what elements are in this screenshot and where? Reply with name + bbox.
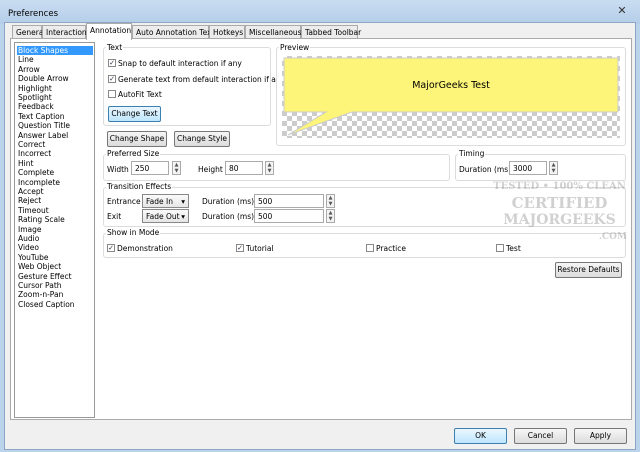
tab-interaction[interactable]: Interaction [42, 25, 87, 39]
width-spinner[interactable]: ▲ ▼ [172, 161, 181, 175]
shape-list-item[interactable]: YouTube [17, 253, 93, 262]
shape-list-item[interactable]: Incomplete [17, 178, 93, 187]
tutorial-label: Tutorial [246, 244, 274, 253]
snap-label: Snap to default interaction if any [118, 59, 242, 68]
entrance-label: Entrance [107, 197, 141, 206]
shape-list-item[interactable]: Question Title [17, 121, 93, 130]
shape-list-item[interactable]: Zoom-n-Pan [17, 290, 93, 299]
watermark-line: TESTED • 100% CLEAN [493, 181, 626, 192]
height-label: Height [198, 165, 223, 174]
shape-list-item[interactable]: Closed Caption [17, 300, 93, 309]
restore-defaults-button[interactable]: Restore Defaults [555, 262, 622, 278]
autofit-label: AutoFit Text [118, 90, 162, 99]
transition-label: Transition Effects [106, 182, 173, 191]
callout-shape [283, 57, 619, 136]
tab-auto-annotation-text[interactable]: Auto Annotation Text [132, 25, 214, 39]
demonstration-checkbox[interactable]: ✓ [107, 244, 115, 252]
shape-list-item[interactable]: Accept [17, 187, 93, 196]
tab-general[interactable]: General [12, 25, 46, 39]
preview-callout [283, 57, 619, 136]
shape-list-item[interactable]: Correct [17, 140, 93, 149]
window-title: Preferences [8, 9, 58, 19]
dropdown-arrow-icon: ▾ [181, 212, 185, 221]
preview-text: MajorGeeks Test [412, 80, 490, 91]
shape-list-item[interactable]: Answer Label [17, 131, 93, 140]
shape-list-item[interactable]: Incorrect [17, 149, 93, 158]
shape-list-item[interactable]: Spotlight [17, 93, 93, 102]
shape-list-item[interactable]: Rating Scale [17, 215, 93, 224]
shape-list-item[interactable]: Hint [17, 159, 93, 168]
shape-list-item[interactable]: Timeout [17, 206, 93, 215]
shape-list-item[interactable]: Highlight [17, 84, 93, 93]
shape-list-item[interactable]: Block Shapes [17, 46, 93, 56]
watermark-line: .COM [598, 232, 627, 242]
text-group-label: Text [106, 43, 124, 52]
shape-list-item[interactable]: Arrow [17, 65, 93, 74]
entrance-duration-input[interactable]: 500 [254, 194, 324, 208]
change-style-button[interactable]: Change Style [174, 131, 230, 147]
exit-value: Fade Out [146, 212, 180, 221]
dropdown-arrow-icon: ▾ [181, 197, 185, 206]
generate-label: Generate text from default interaction i… [118, 75, 286, 84]
watermark-line: MAJORGEEKS [503, 212, 616, 228]
change-shape-button[interactable]: Change Shape [107, 131, 167, 147]
shape-list-item[interactable]: Feedback [17, 102, 93, 111]
timing-duration-label: Duration (ms) [459, 165, 512, 174]
tab-hotkeys[interactable]: Hotkeys [209, 25, 245, 39]
shape-list-item[interactable]: Double Arrow [17, 74, 93, 83]
autofit-checkbox[interactable] [108, 90, 116, 98]
majorgeeks-watermark: TESTED • 100% CLEAN CERTIFIED MAJORGEEKS… [492, 178, 627, 246]
exit-select[interactable]: Fade Out ▾ [142, 209, 189, 223]
change-text-button[interactable]: Change Text [108, 106, 161, 122]
entrance-duration-label: Duration (ms) [202, 197, 255, 206]
shape-list-item[interactable]: Reject [17, 196, 93, 205]
shape-list-item[interactable]: Cursor Path [17, 281, 93, 290]
practice-checkbox[interactable] [366, 244, 374, 252]
demonstration-label: Demonstration [117, 244, 173, 253]
shape-list-item[interactable]: Audio [17, 234, 93, 243]
timing-duration-spinner[interactable]: ▲ ▼ [549, 161, 558, 175]
entrance-value: Fade In [146, 197, 173, 206]
exit-duration-label: Duration (ms) [202, 212, 255, 221]
shape-list-item[interactable]: Video [17, 243, 93, 252]
tab-annotation[interactable]: Annotation [86, 23, 132, 40]
width-input[interactable]: 250 [131, 161, 169, 175]
shape-list-item[interactable]: Text Caption [17, 112, 93, 121]
shape-list-item[interactable]: Web Object [17, 262, 93, 271]
entrance-select[interactable]: Fade In ▾ [142, 194, 189, 208]
shape-list-item[interactable]: Image [17, 225, 93, 234]
preview-label: Preview [279, 43, 311, 52]
title-bar [0, 0, 640, 24]
timing-duration-input[interactable]: 3000 [509, 161, 547, 175]
snap-checkbox[interactable]: ✓ [108, 59, 116, 67]
tab-tabbed-toolbar[interactable]: Tabbed Toolbar [301, 25, 361, 39]
tutorial-checkbox[interactable]: ✓ [236, 244, 244, 252]
exit-duration-input[interactable]: 500 [254, 209, 324, 223]
timing-label: Timing [458, 149, 486, 158]
shape-list-item[interactable]: Complete [17, 168, 93, 177]
show-in-mode-label: Show in Mode [106, 228, 161, 237]
practice-label: Practice [376, 244, 406, 253]
height-spinner[interactable]: ▲ ▼ [265, 161, 274, 175]
shape-list-item[interactable]: Gesture Effect [17, 272, 93, 281]
generate-checkbox[interactable]: ✓ [108, 75, 116, 83]
preferred-size-label: Preferred Size [106, 149, 161, 158]
cancel-button[interactable]: Cancel [514, 428, 567, 444]
exit-label: Exit [107, 212, 122, 221]
exit-duration-spinner[interactable]: ▲ ▼ [326, 209, 335, 223]
close-icon[interactable]: ✕ [612, 4, 632, 18]
tab-miscellaneous[interactable]: Miscellaneous [245, 25, 302, 39]
watermark-line: CERTIFIED [511, 194, 608, 212]
ok-button[interactable]: OK [454, 428, 507, 444]
shape-list[interactable]: Block Shapes Line Arrow Double Arrow Highlig… [14, 42, 95, 418]
apply-button[interactable]: Apply [574, 428, 627, 444]
shape-list-item[interactable]: Line [17, 55, 93, 64]
entrance-duration-spinner[interactable]: ▲ ▼ [326, 194, 335, 208]
height-input[interactable]: 80 [225, 161, 263, 175]
width-label: Width [107, 165, 129, 174]
